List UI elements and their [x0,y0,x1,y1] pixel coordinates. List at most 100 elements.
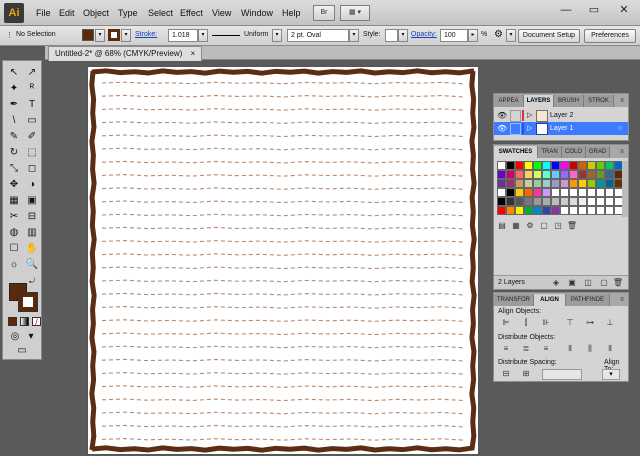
new-color-group-icon[interactable]: ▢ [538,221,550,231]
distribute-vertical-center-icon[interactable]: ≣ [520,344,532,354]
swatch[interactable] [551,206,560,215]
swatch[interactable] [524,179,533,188]
swatch[interactable] [497,197,506,206]
new-sublayer-icon[interactable]: ◫ [582,278,594,288]
tool-8-0-icon[interactable]: ▦ [6,193,22,209]
artboard[interactable] [87,66,479,455]
tab-color[interactable]: COLO [562,146,586,158]
tool-5-0-icon[interactable]: ↻ [6,145,22,161]
swatch[interactable] [497,179,506,188]
close-button[interactable]: ✕ [610,2,638,20]
swatch[interactable] [497,161,506,170]
brush-dropdown[interactable]: ▾ [349,29,359,42]
tool-6-0-icon[interactable]: ⤡ [6,161,22,177]
tool-9-1-icon[interactable]: ⊟ [24,209,40,225]
swatch[interactable] [560,161,569,170]
swatch[interactable] [542,170,551,179]
swatch[interactable] [605,170,614,179]
swatch[interactable] [578,188,587,197]
swatch[interactable] [578,197,587,206]
menu-file[interactable]: File [36,8,51,18]
tool-12-0-icon[interactable]: ☼ [6,257,22,273]
fill-dropdown[interactable]: ▾ [95,29,105,42]
swatch[interactable] [524,188,533,197]
stroke-color-dropdown[interactable]: ▾ [121,29,131,42]
arrange-documents-button[interactable]: ▦ ▾ [340,5,370,21]
vertical-distribute-space-icon[interactable]: ⊟ [500,369,512,379]
swatch[interactable] [587,197,596,206]
tool-12-1-icon[interactable]: 🔍 [24,257,40,273]
swatch[interactable] [533,206,542,215]
tab-gradient[interactable]: GRAD [586,146,610,158]
swatch[interactable] [506,170,515,179]
swatch[interactable] [542,206,551,215]
menu-help[interactable]: Help [282,8,301,18]
align-right-icon[interactable]: ⊪ [540,318,552,328]
swatch[interactable] [542,188,551,197]
swatch[interactable] [587,170,596,179]
swatch[interactable] [587,188,596,197]
opacity-label[interactable]: Opacity: [411,31,437,38]
distribute-bottom-icon[interactable]: ≡ [540,344,552,354]
swatch[interactable] [596,161,605,170]
swatch-options-icon[interactable]: ⚙ [524,221,536,231]
delete-swatch-icon[interactable]: 🗑 [566,221,578,231]
layer-row-layer-1[interactable]: 👁 ▷ Layer 1 ○ [494,122,628,135]
expand-arrow-icon[interactable]: ▷ [527,109,532,122]
swatch[interactable] [596,179,605,188]
distribute-right-icon[interactable]: ⫴ [604,344,616,354]
swatch-libraries-icon[interactable]: ▤ [496,221,508,231]
tab-stroke[interactable]: STROK [584,95,614,107]
swatch[interactable] [515,170,524,179]
align-left-icon[interactable]: ⊫ [500,318,512,328]
swatch[interactable] [560,170,569,179]
swatch[interactable] [524,206,533,215]
visibility-eye-icon[interactable]: 👁 [497,109,507,122]
menu-select[interactable]: Select [148,8,173,18]
swatch[interactable] [542,161,551,170]
tool-11-0-icon[interactable]: ☐ [6,241,22,257]
menu-type[interactable]: Type [118,8,138,18]
brush-definition-field[interactable]: 2 pt. Oval [287,29,349,42]
stroke-label[interactable]: Stroke: [135,31,157,38]
swatch[interactable] [497,206,506,215]
target-icon[interactable]: ○ [618,122,622,135]
tool-4-0-icon[interactable]: ✎ [6,129,22,145]
swatch[interactable] [578,170,587,179]
swatch[interactable] [578,161,587,170]
gradient-mode-icon[interactable] [20,317,29,326]
new-swatch-icon[interactable]: ◳ [552,221,564,231]
swatch[interactable] [551,197,560,206]
tool-2-1-icon[interactable]: T [24,97,40,113]
swatch[interactable] [560,188,569,197]
swatch[interactable] [587,179,596,188]
new-layer-icon[interactable]: ▢ [598,278,610,288]
maximize-button[interactable]: ▭ [580,2,608,20]
tool-3-0-icon[interactable]: \ [6,113,22,129]
swatch[interactable] [506,179,515,188]
tool-10-1-icon[interactable]: ▥ [24,225,40,241]
show-kinds-icon[interactable]: ▦ [510,221,522,231]
panel-menu-icon[interactable]: ≡ [615,294,629,306]
swatch[interactable] [515,206,524,215]
swatch[interactable] [524,170,533,179]
swatch[interactable] [506,197,515,206]
layer-row-layer-2[interactable]: 👁 ▷ Layer 2 [494,109,628,122]
swatch[interactable] [551,179,560,188]
tab-appearance[interactable]: APPEA [494,95,524,107]
tool-9-0-icon[interactable]: ✂ [6,209,22,225]
swap-colors-icon[interactable]: ⤾ [27,277,37,287]
distribute-top-icon[interactable]: ≡ [500,344,512,354]
swatch[interactable] [605,179,614,188]
swatch[interactable] [560,179,569,188]
swatch[interactable] [506,188,515,197]
none-mode-icon[interactable]: / [32,317,41,327]
swatch[interactable] [551,170,560,179]
swatch[interactable] [515,179,524,188]
swatch[interactable] [533,188,542,197]
swatch[interactable] [569,197,578,206]
minimize-button[interactable]: — [552,2,580,20]
distribute-left-icon[interactable]: ⫴ [564,344,576,354]
swatch[interactable] [605,188,614,197]
tab-pathfinder[interactable]: PATHFINDE [566,294,610,306]
